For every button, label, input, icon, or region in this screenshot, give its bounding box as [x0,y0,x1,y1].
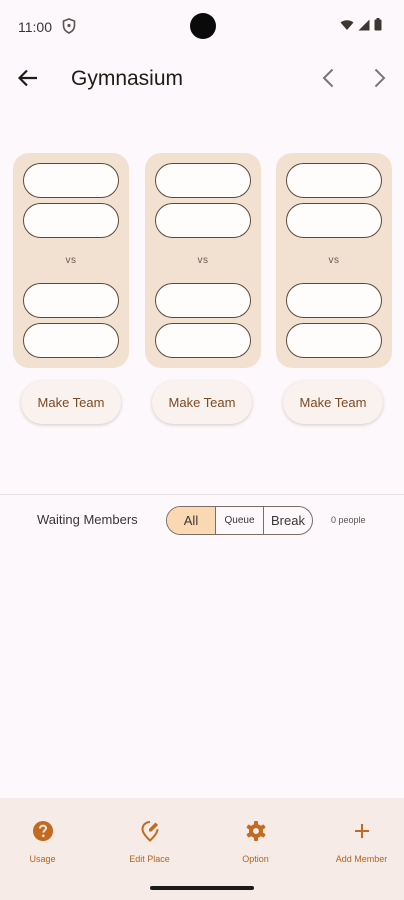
people-count: 0 people [331,515,366,525]
player-slot[interactable] [155,163,251,198]
nav-usage-label: Usage [29,854,56,864]
make-team-button[interactable]: Make Team [152,381,252,424]
player-slot[interactable] [23,323,119,358]
player-slot[interactable] [286,203,382,238]
page-title: Gymnasium [71,67,184,90]
court-card: vs [276,153,392,368]
nav-option[interactable]: Option [205,798,306,878]
vs-label: vs [328,255,340,266]
waiting-members-label: Waiting Members [37,512,138,527]
filter-queue-segment[interactable]: Queue [216,507,264,534]
vs-label: vs [65,255,77,266]
divider [0,494,404,495]
edit-location-icon [99,820,200,842]
app-bar: Gymnasium [0,52,404,108]
member-filter-segmented: All Queue Break [166,506,313,535]
battery-icon [374,18,382,36]
nav-add-member-label: Add Member [335,854,388,864]
court-card: vs [13,153,129,368]
player-slot[interactable] [286,283,382,318]
status-icons [340,18,382,36]
nav-usage[interactable]: Usage [0,798,93,878]
make-team-button[interactable]: Make Team [283,381,383,424]
shield-icon [62,18,76,34]
help-circle-icon [0,820,93,842]
status-time: 11:00 [18,19,52,35]
chevron-right-icon [374,68,386,93]
vs-label: vs [197,255,209,266]
wifi-icon [340,18,354,36]
bottom-nav: Usage Edit Place Option Add Member [0,798,404,878]
signal-icon [358,18,370,36]
filter-break-segment[interactable]: Break [264,507,312,534]
nav-edit-place-label: Edit Place [129,854,170,864]
nav-add-member[interactable]: Add Member [311,798,404,878]
player-slot[interactable] [23,283,119,318]
back-button[interactable] [14,66,42,94]
player-slot[interactable] [286,323,382,358]
next-button[interactable] [368,66,392,94]
gear-icon [205,820,306,842]
make-team-button[interactable]: Make Team [21,381,121,424]
filter-all-segment[interactable]: All [167,507,216,534]
court-card: vs [145,153,261,368]
player-slot[interactable] [155,323,251,358]
previous-button[interactable] [316,66,340,94]
camera-cutout [190,13,216,39]
chevron-left-icon [322,68,334,93]
arrow-left-icon [17,69,38,92]
nav-option-label: Option [242,854,269,864]
player-slot[interactable] [286,163,382,198]
player-slot[interactable] [155,283,251,318]
player-slot[interactable] [23,163,119,198]
plus-icon [311,820,404,842]
nav-edit-place[interactable]: Edit Place [99,798,200,878]
gesture-bar[interactable] [150,886,254,890]
courts-row: vs vs vs [13,153,393,368]
status-bar: 11:00 [0,0,404,52]
player-slot[interactable] [155,203,251,238]
player-slot[interactable] [23,203,119,238]
